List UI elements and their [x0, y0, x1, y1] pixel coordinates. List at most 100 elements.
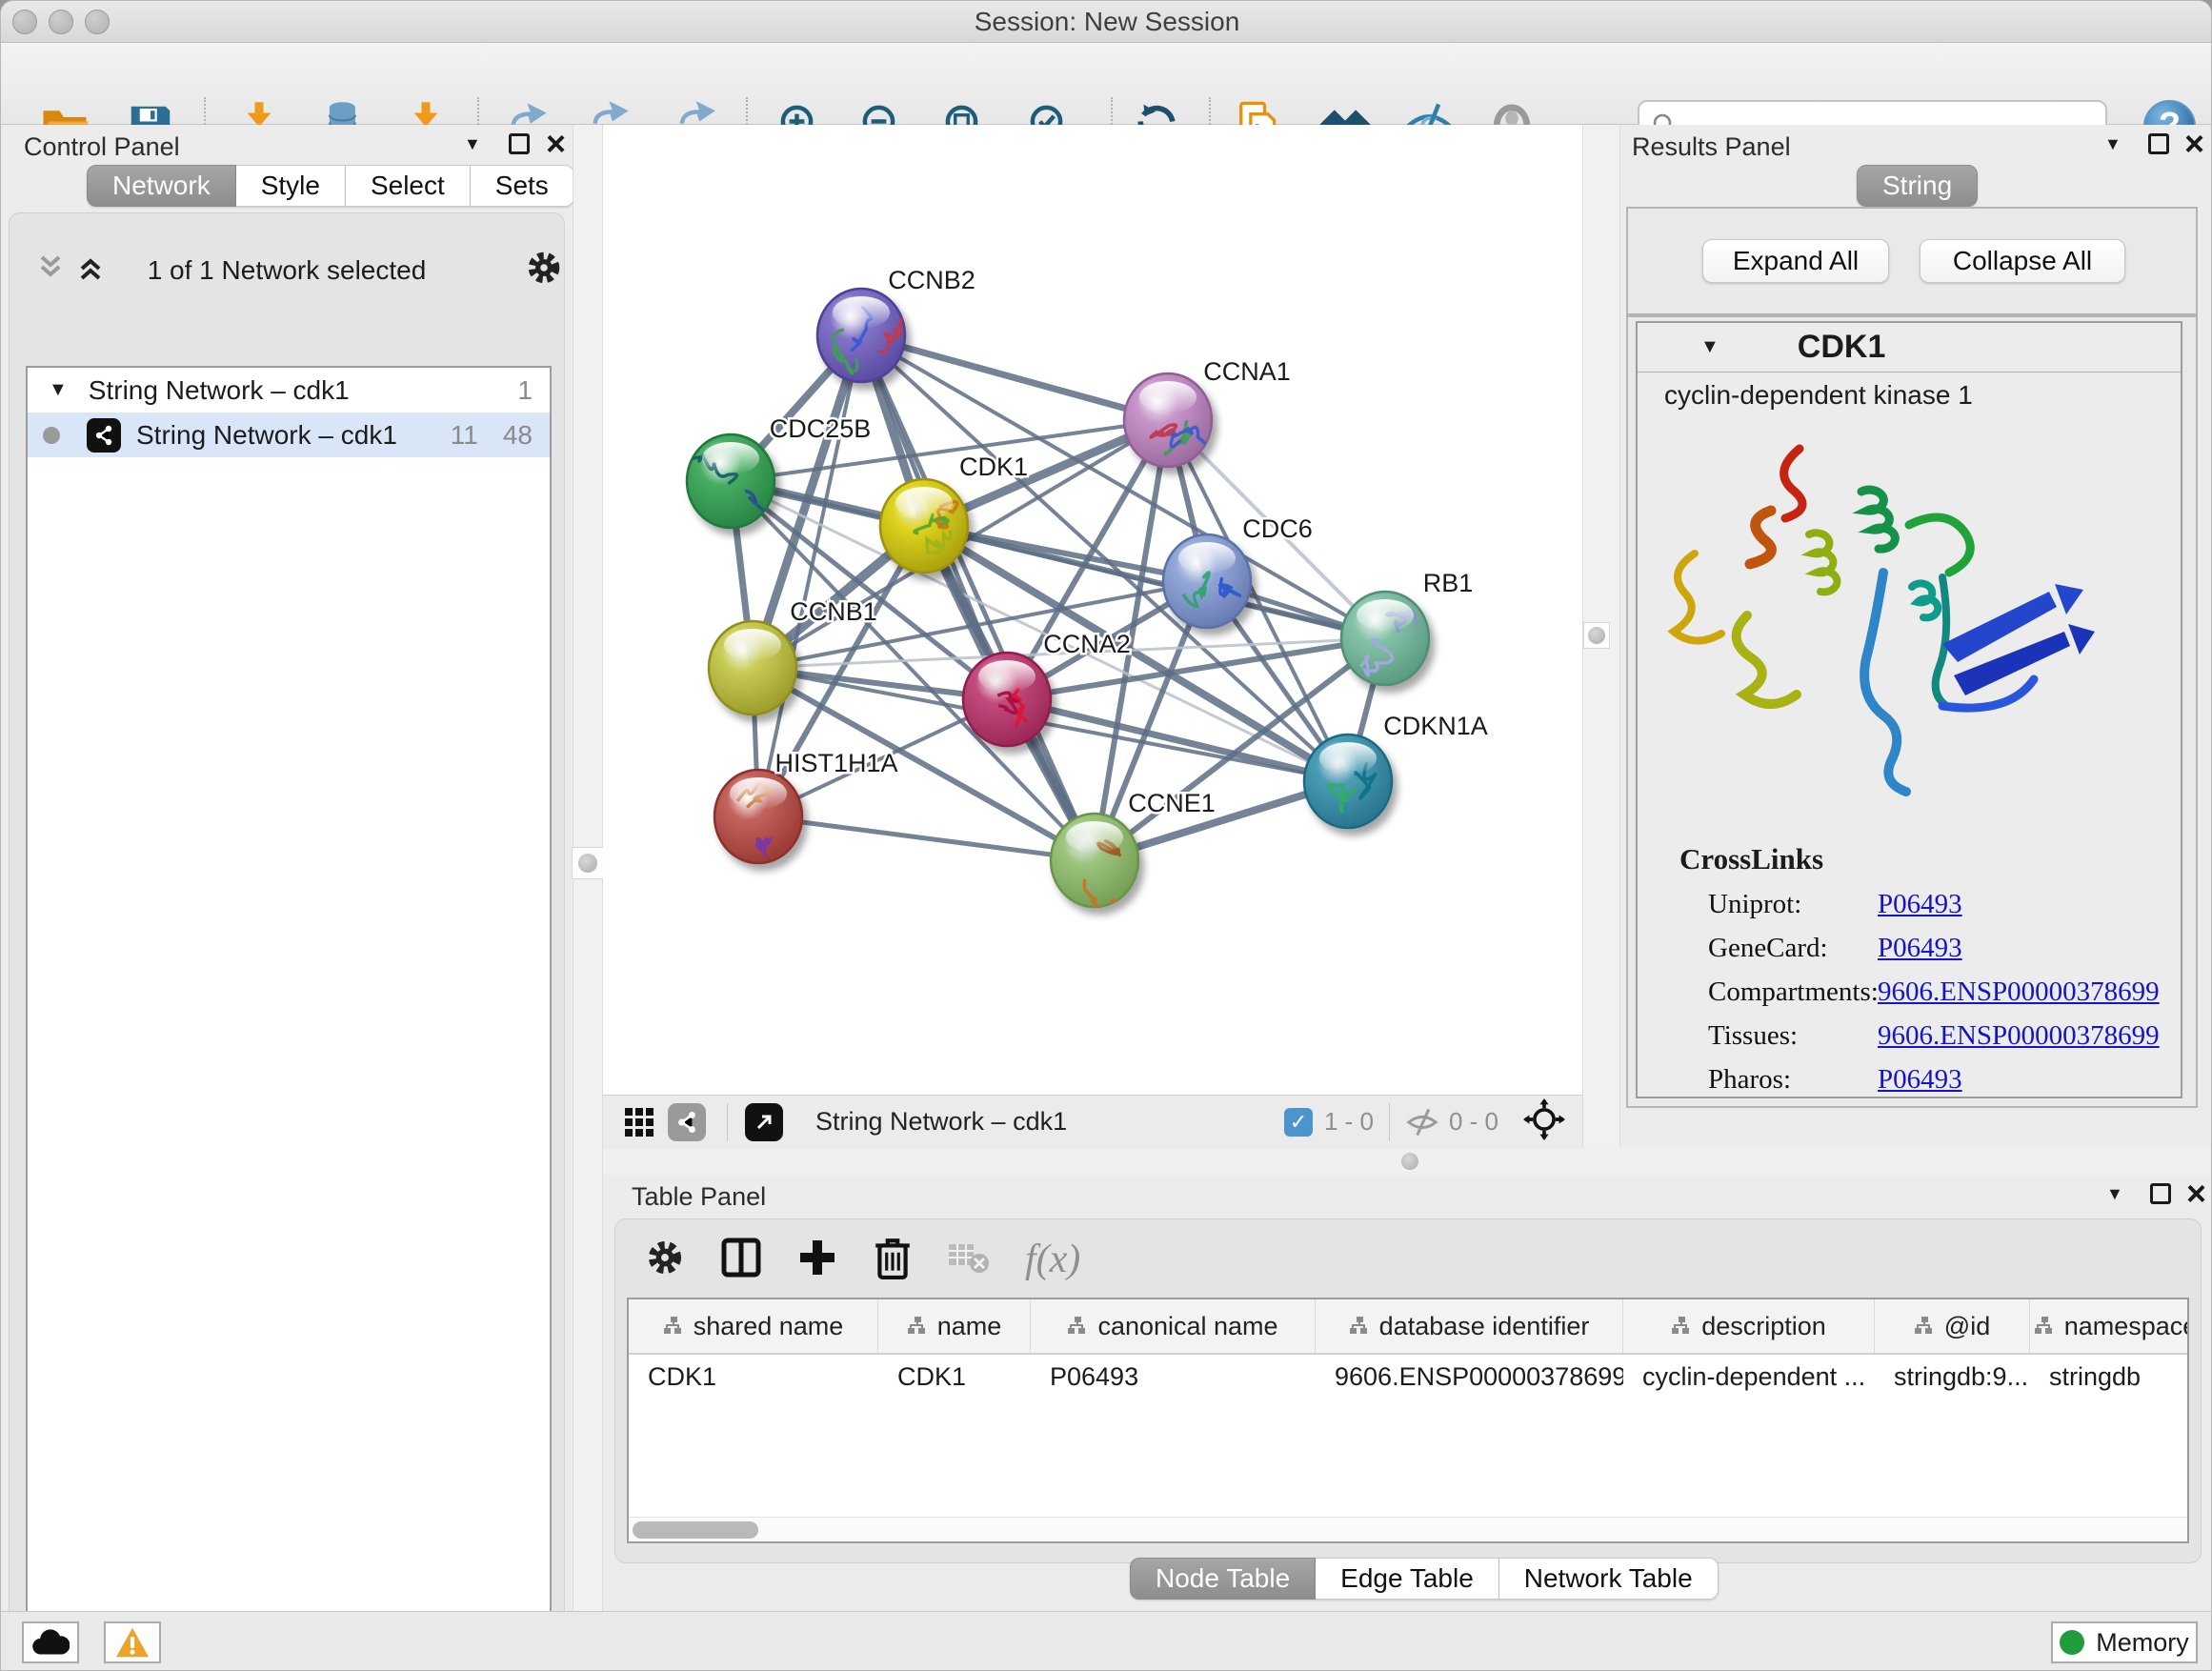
right-splitter-handle[interactable] — [1583, 622, 1610, 649]
edge-CCNB2-HIST1H1A[interactable] — [758, 335, 861, 816]
node-CCNE1[interactable] — [1051, 814, 1138, 917]
table-cell[interactable]: stringdb:9... — [1875, 1362, 2030, 1392]
node-CCNB1[interactable] — [709, 621, 796, 715]
string-network-graph[interactable]: CCNB2CCNA1CDC25BCDK1CDC6RB1CCNB1CCNA2CDK… — [603, 125, 1582, 1095]
network-canvas[interactable]: CCNB2CCNA1CDC25BCDK1CDC6RB1CCNB1CCNA2CDK… — [603, 125, 1582, 1095]
crosslink-value[interactable]: 9606.ENSP00000378699 — [1878, 1020, 2160, 1052]
column-header[interactable]: name — [878, 1299, 1031, 1353]
crosslink-label: Uniprot: — [1708, 889, 1878, 920]
table-cell[interactable]: P06493 — [1031, 1362, 1316, 1392]
left-splitter-handle[interactable] — [572, 847, 604, 879]
node-CDC6[interactable] — [1163, 534, 1251, 628]
protein-structure-image — [1657, 420, 2133, 830]
control-panel-float-button[interactable] — [509, 125, 530, 163]
column-header[interactable]: shared name — [629, 1299, 878, 1353]
column-header[interactable]: database identifier — [1316, 1299, 1623, 1353]
gene-card-header[interactable]: ▼ CDK1 — [1638, 323, 2181, 372]
collapse-all-button[interactable]: Collapse All — [1920, 239, 2125, 283]
selected-nodes-checkbox[interactable]: ✓ — [1284, 1108, 1313, 1137]
external-link-icon — [753, 1111, 775, 1134]
edge-HIST1H1A-CCNE1[interactable] — [758, 816, 1095, 860]
collapse-gene-icon[interactable]: ▼ — [1700, 336, 1719, 358]
bottom-status-bar: Memory — [1, 1611, 2212, 1671]
show-columns-button[interactable] — [720, 1237, 762, 1283]
minimize-window-button[interactable] — [49, 10, 73, 34]
hierarchy-icon — [1067, 1316, 1088, 1337]
scrollbar-thumb[interactable] — [633, 1521, 758, 1539]
results-panel-menu-button[interactable]: ▼ — [2104, 125, 2122, 163]
node-table[interactable]: shared namename canonical name database id… — [627, 1298, 2189, 1543]
table-panel-close-button[interactable]: × — [2186, 1175, 2206, 1213]
tab-style[interactable]: Style — [236, 165, 346, 207]
float-window-icon — [2150, 1183, 2171, 1204]
node-CCNA1[interactable] — [1124, 373, 1212, 467]
control-panel-close-button[interactable]: × — [546, 125, 566, 163]
table-options-button[interactable] — [644, 1237, 686, 1283]
collection-count: 1 — [517, 375, 533, 406]
open-in-window-button[interactable] — [745, 1103, 783, 1141]
table-cell[interactable]: CDK1 — [629, 1362, 878, 1392]
node-count: 11 — [451, 420, 478, 451]
crosslink-row: GeneCard:P06493 — [1708, 926, 2181, 970]
node-CCNB2[interactable] — [817, 289, 905, 382]
table-row[interactable]: CDK1CDK1P064939606.ENSP00000378699cyclin… — [629, 1355, 2187, 1399]
tab-select[interactable]: Select — [346, 165, 471, 207]
node-HIST1H1A[interactable] — [714, 770, 802, 863]
network-collection-row[interactable]: ▼ String Network – cdk1 1 — [28, 368, 550, 413]
node-CDC25B[interactable] — [687, 434, 774, 534]
control-panel-menu-button[interactable]: ▼ — [464, 125, 481, 163]
tab-node-table[interactable]: Node Table — [1130, 1558, 1316, 1600]
tab-network[interactable]: Network — [87, 165, 236, 207]
column-header[interactable]: @id — [1875, 1299, 2030, 1353]
tab-string[interactable]: String — [1857, 165, 1978, 207]
right-splitter[interactable] — [1582, 125, 1620, 1175]
tab-edge-table[interactable]: Edge Table — [1316, 1558, 1499, 1600]
table-cell[interactable]: 9606.ENSP00000378699 — [1316, 1362, 1623, 1392]
network-row-selected[interactable]: String Network – cdk1 11 48 — [28, 413, 550, 457]
hierarchy-icon — [663, 1316, 684, 1337]
horizontal-splitter[interactable] — [603, 1148, 2212, 1175]
delete-column-button[interactable] — [873, 1236, 913, 1284]
crosslink-value[interactable]: P06493 — [1878, 1064, 1962, 1096]
expand-all-button[interactable]: Expand All — [1702, 239, 1889, 283]
node-CCNA2[interactable] — [963, 653, 1051, 746]
column-header[interactable]: description — [1623, 1299, 1875, 1353]
crosslink-value[interactable]: 9606.ENSP00000378699 — [1878, 976, 2160, 1008]
warnings-button[interactable] — [104, 1621, 161, 1663]
zoom-window-button[interactable] — [85, 10, 110, 34]
tab-sets[interactable]: Sets — [471, 165, 574, 207]
hierarchy-icon — [907, 1316, 928, 1337]
crosshair-icon — [1523, 1098, 1565, 1140]
crosslink-value[interactable]: P06493 — [1878, 933, 1962, 964]
table-cell[interactable]: stringdb — [2030, 1362, 2189, 1392]
network-options-button[interactable] — [524, 248, 564, 292]
crosslink-label: Tissues: — [1708, 1020, 1878, 1052]
node-CDK1[interactable] — [880, 479, 968, 573]
close-window-button[interactable] — [12, 10, 37, 34]
cloud-button[interactable] — [22, 1621, 79, 1663]
node-CDKN1A[interactable] — [1304, 735, 1392, 828]
network-selection-status: 1 of 1 Network selected — [10, 255, 564, 286]
network-type-button[interactable] — [668, 1103, 706, 1141]
results-panel-float-button[interactable] — [2148, 125, 2169, 163]
results-panel-close-button[interactable]: × — [2184, 125, 2204, 163]
node-label-CDC25B: CDC25B — [770, 414, 872, 443]
node-RB1[interactable] — [1341, 592, 1429, 685]
table-cell[interactable]: CDK1 — [878, 1362, 1031, 1392]
table-horizontal-scrollbar[interactable] — [629, 1517, 2187, 1541]
tab-network-table[interactable]: Network Table — [1499, 1558, 1719, 1600]
crosslink-value[interactable]: P06493 — [1878, 889, 1962, 920]
table-panel-float-button[interactable] — [2150, 1175, 2171, 1213]
column-header[interactable]: namespace — [2030, 1299, 2189, 1353]
column-label: canonical name — [1097, 1312, 1277, 1341]
statusbar-separator — [727, 1103, 728, 1141]
edge-CCNB2-CCNE1[interactable] — [861, 335, 1095, 860]
table-cell[interactable]: cyclin-dependent ... — [1623, 1362, 1875, 1392]
column-header[interactable]: canonical name — [1031, 1299, 1316, 1353]
birds-eye-view-button[interactable] — [620, 1103, 658, 1141]
fit-content-button[interactable] — [1523, 1098, 1565, 1145]
add-column-button[interactable] — [796, 1237, 838, 1283]
tree-expand-icon[interactable]: ▼ — [49, 379, 68, 401]
memory-button[interactable]: Memory — [2051, 1621, 2198, 1663]
table-panel-menu-button[interactable]: ▼ — [2106, 1175, 2123, 1213]
